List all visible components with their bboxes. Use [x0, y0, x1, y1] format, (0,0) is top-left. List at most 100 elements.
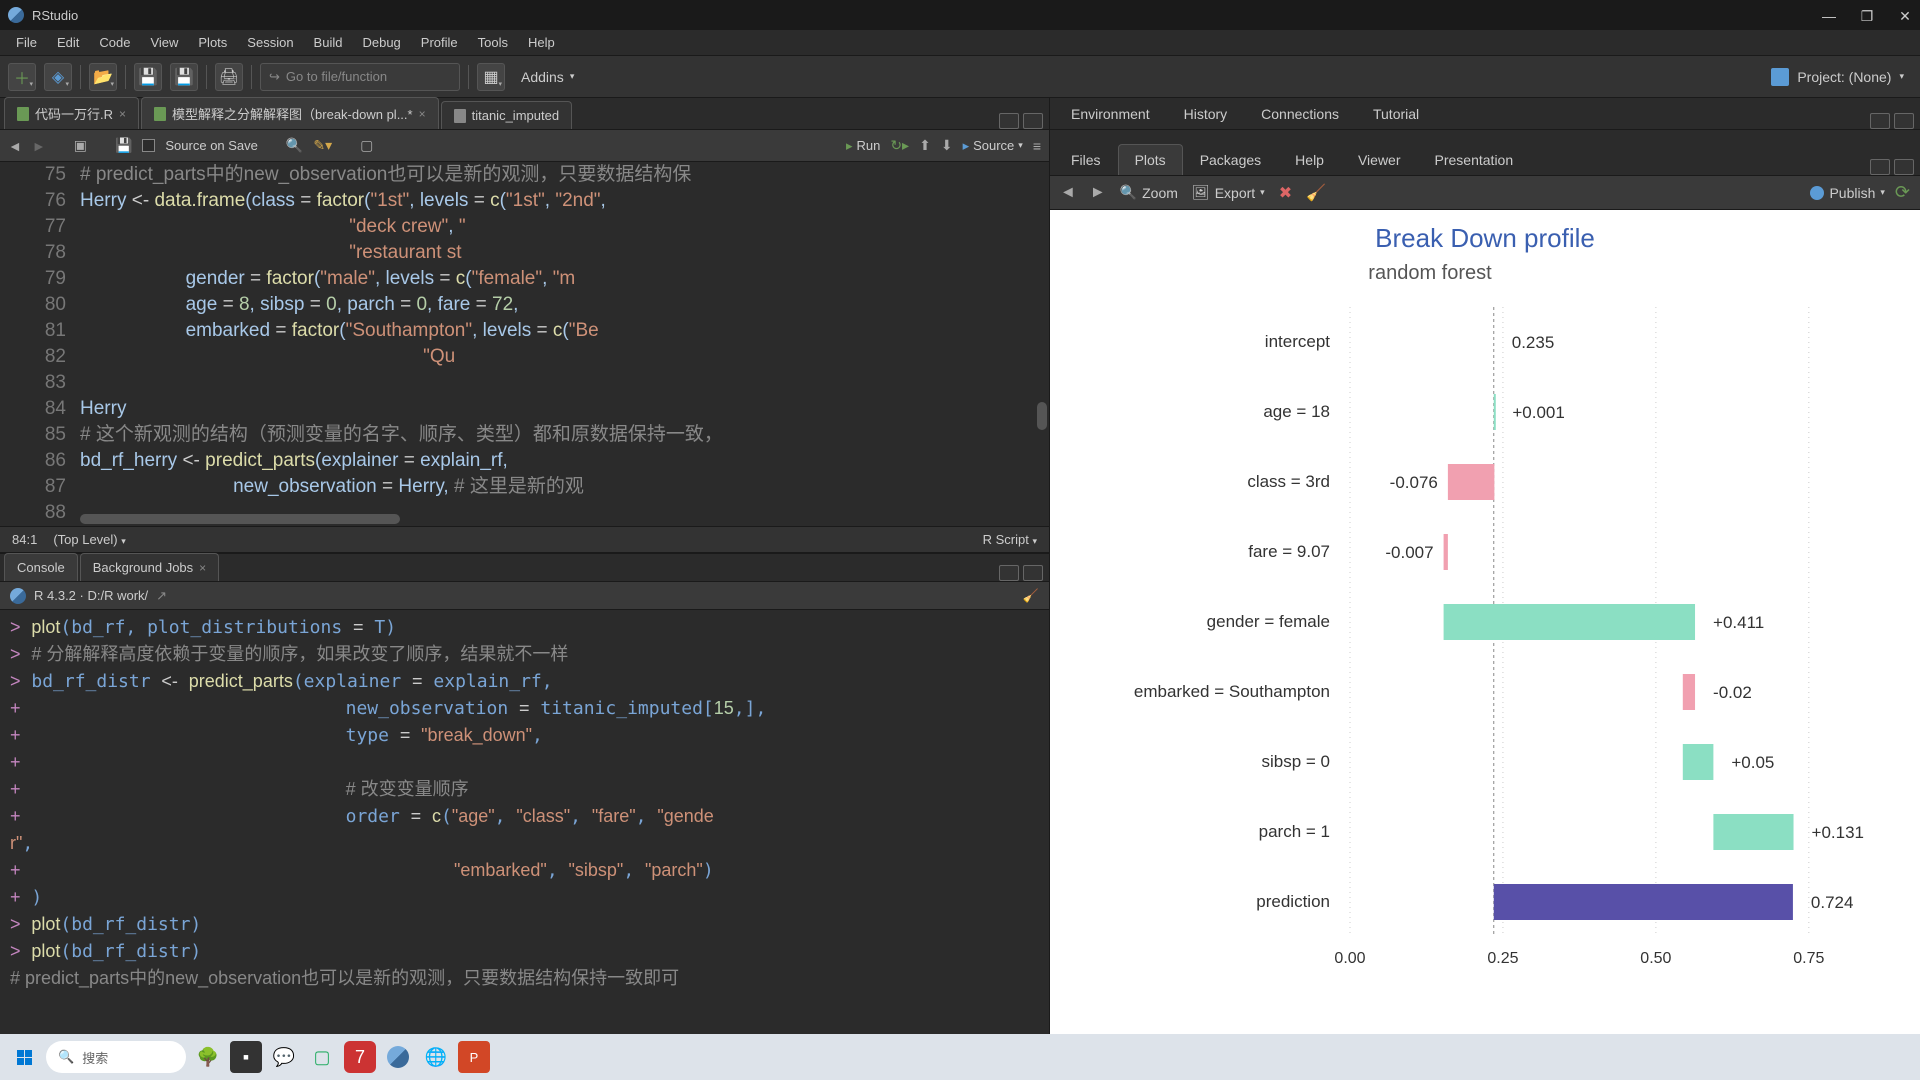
maximize-button[interactable]: ❐ — [1860, 8, 1874, 22]
maximize-pane-button[interactable] — [1023, 113, 1043, 129]
forward-button[interactable]: ► — [32, 138, 46, 154]
goto-file-input[interactable]: ↪Go to file/function — [260, 63, 460, 91]
close-icon[interactable]: × — [419, 107, 426, 121]
maximize-pane-button[interactable] — [1894, 159, 1914, 175]
minimize-pane-button[interactable] — [1870, 113, 1890, 129]
console-output[interactable]: > plot(bd_rf, plot_distributions = T) > … — [0, 610, 1049, 1034]
menu-help[interactable]: Help — [520, 33, 563, 52]
code-editor[interactable]: 7576777879808182838485868788 # predict_p… — [0, 162, 1049, 526]
tab-plots[interactable]: Plots — [1118, 144, 1183, 175]
popout-icon[interactable]: ↗ — [156, 588, 167, 604]
down-button[interactable]: ⬇ — [941, 137, 953, 154]
minimize-pane-button[interactable] — [999, 113, 1019, 129]
horizontal-scrollbar[interactable] — [80, 514, 400, 524]
taskbar-app-2[interactable]: ▪ — [230, 1041, 262, 1073]
vertical-scrollbar[interactable] — [1037, 402, 1047, 430]
tab-packages[interactable]: Packages — [1183, 144, 1278, 175]
save-all-button[interactable]: 💾 — [170, 63, 198, 91]
back-button[interactable]: ◄ — [8, 138, 22, 154]
project-menu[interactable]: Project: (None) ▾ — [1771, 68, 1912, 86]
next-plot-button[interactable]: ► — [1090, 184, 1106, 202]
taskbar-app-4[interactable]: ▢ — [306, 1041, 338, 1073]
taskbar-search[interactable]: 🔍搜索 — [46, 1041, 186, 1073]
code-content[interactable]: # predict_parts中的new_observation也可以是新的观测… — [80, 162, 1049, 526]
taskbar-app-5[interactable]: 7 — [344, 1041, 376, 1073]
background-jobs-tab[interactable]: Background Jobs× — [80, 553, 219, 581]
menu-debug[interactable]: Debug — [354, 33, 408, 52]
menu-tools[interactable]: Tools — [470, 33, 516, 52]
addins-menu[interactable]: Addins▾ — [513, 69, 582, 85]
compile-button[interactable]: ▢ — [360, 137, 373, 154]
menu-code[interactable]: Code — [91, 33, 138, 52]
tab-connections[interactable]: Connections — [1244, 98, 1356, 129]
tab-history[interactable]: History — [1167, 98, 1245, 129]
menu-profile[interactable]: Profile — [413, 33, 466, 52]
editor-toolbar: ◄ ► ▣ 💾 Source on Save 🔍 ✎▾ ▢ ▸Run ↻▸ ⬆ … — [0, 130, 1049, 162]
outline-button[interactable]: ≡ — [1033, 138, 1041, 154]
new-project-button[interactable]: ◈▾ — [44, 63, 72, 91]
tab-help[interactable]: Help — [1278, 144, 1341, 175]
tab-environment[interactable]: Environment — [1054, 98, 1167, 129]
export-button[interactable]: 🖼Export▾ — [1192, 184, 1265, 201]
minimize-pane-button[interactable] — [999, 565, 1019, 581]
save-file-button[interactable]: 💾 — [115, 137, 132, 154]
close-button[interactable]: ✕ — [1898, 8, 1912, 22]
minimize-button[interactable]: — — [1822, 8, 1836, 22]
titlebar: RStudio — ❐ ✕ — [0, 0, 1920, 30]
close-icon[interactable]: × — [119, 107, 126, 121]
new-file-button[interactable]: ＋▾ — [8, 63, 36, 91]
taskbar-wechat[interactable]: 💬 — [268, 1041, 300, 1073]
clear-plots-button[interactable]: 🧹 — [1306, 183, 1326, 203]
save-button[interactable]: 💾 — [134, 63, 162, 91]
svg-text:0.75: 0.75 — [1793, 950, 1824, 967]
taskbar-rstudio[interactable] — [382, 1041, 414, 1073]
tab-tutorial[interactable]: Tutorial — [1356, 98, 1436, 129]
up-button[interactable]: ⬆ — [919, 137, 931, 154]
scope-selector[interactable]: (Top Level) ▾ — [53, 532, 125, 547]
menu-session[interactable]: Session — [239, 33, 301, 52]
prev-plot-button[interactable]: ◄ — [1060, 184, 1076, 202]
taskbar-app-1[interactable]: 🌳 — [192, 1041, 224, 1073]
source-on-save-checkbox[interactable] — [142, 139, 155, 152]
menu-edit[interactable]: Edit — [49, 33, 87, 52]
show-in-new-window-button[interactable]: ▣ — [74, 137, 87, 154]
source-button[interactable]: ▸Source▾ — [963, 138, 1023, 154]
tab-presentation[interactable]: Presentation — [1418, 144, 1531, 175]
open-file-button[interactable]: 📂▾ — [89, 63, 117, 91]
menu-file[interactable]: File — [8, 33, 45, 52]
wand-button[interactable]: ✎▾ — [313, 137, 332, 154]
rerun-button[interactable]: ↻▸ — [890, 137, 909, 154]
menu-plots[interactable]: Plots — [190, 33, 235, 52]
svg-text:fare = 9.07: fare = 9.07 — [1248, 542, 1330, 561]
taskbar-powerpoint[interactable]: P — [458, 1041, 490, 1073]
find-button[interactable]: 🔍 — [286, 137, 303, 154]
editor-statusbar: 84:1 (Top Level) ▾ R Script ▾ — [0, 526, 1049, 552]
taskbar-chrome[interactable]: 🌐 — [420, 1041, 452, 1073]
svg-text:random forest: random forest — [1368, 262, 1492, 284]
tab-viewer[interactable]: Viewer — [1341, 144, 1418, 175]
maximize-pane-button[interactable] — [1894, 113, 1914, 129]
print-button[interactable]: 🖨 — [215, 63, 243, 91]
editor-tab-0[interactable]: 代码一万行.R× — [4, 97, 139, 129]
publish-button[interactable]: Publish▾ — [1810, 185, 1884, 201]
clear-console-button[interactable]: 🧹 — [1023, 588, 1039, 604]
grid-button[interactable]: ▦▾ — [477, 63, 505, 91]
zoom-button[interactable]: 🔍Zoom — [1120, 184, 1178, 201]
maximize-pane-button[interactable] — [1023, 565, 1043, 581]
editor-tab-2[interactable]: titanic_imputed — [441, 101, 572, 129]
tab-files[interactable]: Files — [1054, 144, 1118, 175]
menubar: File Edit Code View Plots Session Build … — [0, 30, 1920, 56]
minimize-pane-button[interactable] — [1870, 159, 1890, 175]
console-tab[interactable]: Console — [4, 553, 78, 581]
refresh-button[interactable]: ⟳ — [1895, 182, 1910, 203]
svg-text:parch = 1: parch = 1 — [1259, 822, 1330, 841]
editor-tabs: 代码一万行.R× 模型解释之分解解释图（break-down pl...*× t… — [0, 98, 1049, 130]
remove-plot-button[interactable]: ✖ — [1279, 183, 1292, 203]
file-type-selector[interactable]: R Script ▾ — [983, 532, 1037, 547]
menu-view[interactable]: View — [142, 33, 186, 52]
close-icon[interactable]: × — [199, 561, 206, 575]
start-button[interactable] — [8, 1041, 40, 1073]
run-button[interactable]: ▸Run — [846, 138, 880, 154]
menu-build[interactable]: Build — [306, 33, 351, 52]
editor-tab-1[interactable]: 模型解释之分解解释图（break-down pl...*× — [141, 97, 439, 129]
